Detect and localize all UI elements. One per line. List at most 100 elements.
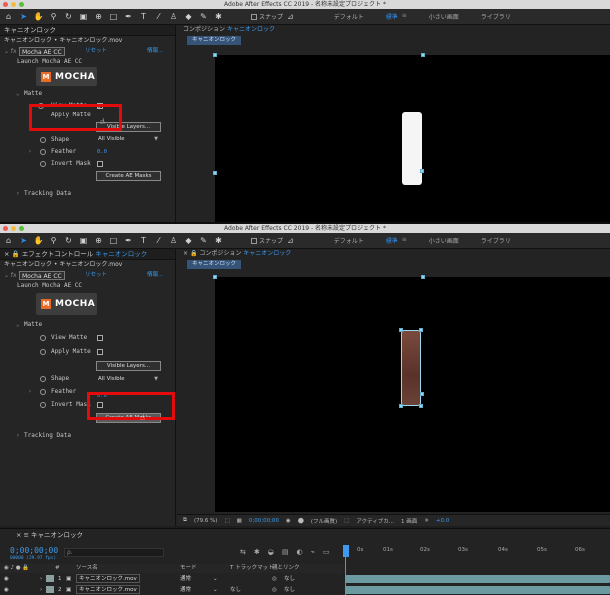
brainstorm-icon[interactable]: ▭ [323, 548, 330, 556]
pen-tool-icon[interactable]: ✒ [122, 234, 135, 247]
parent-dropdown[interactable]: なし [284, 585, 295, 595]
matte-twirl-icon[interactable]: ⌄ [16, 88, 20, 100]
show-channel-icon[interactable]: ⬤ [298, 518, 304, 524]
target-region-icon[interactable]: ⬚ [344, 518, 349, 524]
snap-options-icon[interactable]: ⊿ [287, 12, 294, 21]
workspace-standard[interactable]: 標準 [386, 236, 398, 245]
motion-blur-icon[interactable]: ◐ [296, 548, 302, 556]
feather-twirl-icon[interactable]: › [28, 386, 32, 398]
clone-stamp-tool-icon[interactable]: ♙ [167, 234, 180, 247]
brush-tool-icon[interactable]: ⁄ [152, 10, 165, 23]
pickwhip-icon[interactable]: ◎ [272, 585, 277, 595]
snap-toggle[interactable]: スナップ ⊿ [251, 236, 294, 245]
anchor-point-icon[interactable] [420, 169, 424, 173]
column-track-matte[interactable]: T トラックマット [230, 564, 274, 573]
snap-options-icon[interactable]: ⊿ [287, 236, 294, 245]
workspace-menu-icon[interactable]: ≡ [402, 236, 407, 245]
layer-handle[interactable] [419, 404, 423, 408]
workspace-libraries[interactable]: ライブラリ [481, 236, 511, 245]
camera-dropdown[interactable]: アクティブカ... [356, 517, 394, 525]
tracking-data-twirl-icon[interactable]: › [16, 430, 20, 442]
fx-toggle-icon[interactable]: ⌄ fx [4, 46, 17, 57]
frame-blending-icon[interactable]: ▤ [282, 548, 289, 556]
close-icon[interactable]: × ≡ [16, 531, 29, 539]
layer-duration-bar[interactable] [345, 575, 610, 583]
mocha-launch-button[interactable]: M MOCHA [36, 293, 97, 315]
label-color[interactable] [46, 575, 54, 582]
stopwatch-icon[interactable] [40, 376, 46, 382]
feather-twirl-icon[interactable]: › [28, 146, 32, 158]
type-tool-icon[interactable]: T [137, 234, 150, 247]
stopwatch-icon[interactable] [40, 161, 46, 167]
exposure-value[interactable]: +0.0 [436, 518, 449, 524]
hand-tool-icon[interactable]: ✋ [32, 10, 45, 23]
layer-handle[interactable] [213, 53, 217, 57]
effect-name[interactable]: Mocha AE CC [19, 271, 65, 280]
rectangle-tool-icon[interactable]: □ [107, 234, 120, 247]
pickwhip-icon[interactable]: ◎ [272, 574, 277, 584]
draft-3d-icon[interactable]: ✱ [254, 548, 260, 556]
stopwatch-icon[interactable] [40, 137, 46, 143]
layer-handle[interactable] [421, 53, 425, 57]
shape-dropdown[interactable]: All Visible ▼ [96, 375, 160, 384]
anchor-point-icon[interactable] [420, 392, 424, 396]
stopwatch-icon[interactable] [40, 389, 46, 395]
layer-mode-dropdown[interactable]: 通常 [180, 585, 191, 595]
layer-duration-bar[interactable] [345, 586, 610, 594]
layer-handle[interactable] [419, 328, 423, 332]
layer-row[interactable]: ◉ › 1 ▣ キャニオンロック.mov 通常 ⌄ ◎ なし [0, 574, 610, 584]
layer-search-input[interactable]: ρ. [64, 548, 164, 557]
composition-viewer[interactable] [215, 55, 610, 222]
clone-stamp-tool-icon[interactable]: ♙ [167, 10, 180, 23]
stopwatch-icon[interactable] [40, 349, 46, 355]
selection-tool-icon[interactable]: ➤ [17, 10, 30, 23]
create-ae-masks-button[interactable]: Create AE Masks [96, 171, 161, 181]
workspace-small-screen[interactable]: 小さい画面 [429, 12, 459, 21]
always-preview-icon[interactable]: ⧉ [183, 517, 187, 524]
snap-checkbox[interactable] [251, 237, 257, 244]
matte-twirl-icon[interactable]: ⌄ [16, 319, 20, 331]
workspace-default[interactable]: デフォルト [334, 12, 364, 21]
views-dropdown[interactable]: 1 画面 [401, 517, 417, 525]
layer-row[interactable]: ◉ › 2 ▣ キャニオンロック.mov 通常 ⌄ なし ◎ なし [0, 585, 610, 595]
layer-twirl-icon[interactable]: › [40, 585, 42, 595]
eraser-tool-icon[interactable]: ◆ [182, 234, 195, 247]
parent-dropdown[interactable]: なし [284, 574, 295, 584]
layer-handle[interactable] [213, 171, 217, 175]
eye-icon[interactable]: ◉ [4, 574, 9, 584]
apply-matte-checkbox[interactable] [97, 349, 103, 355]
matte-group-row[interactable]: ⌄ Matte [0, 319, 175, 331]
graph-editor-icon[interactable]: ⌁ [311, 548, 315, 556]
rotate-tool-icon[interactable]: ↻ [62, 234, 75, 247]
time-ruler[interactable]: 0s 01s 02s 03s 04s 05s 06s [343, 545, 610, 595]
stopwatch-icon[interactable] [40, 335, 46, 341]
selection-tool-icon[interactable]: ➤ [17, 234, 30, 247]
type-tool-icon[interactable]: T [137, 10, 150, 23]
workspace-default[interactable]: デフォルト [334, 236, 364, 245]
column-parent[interactable]: 親とリンク [272, 564, 300, 573]
eye-icon[interactable]: ◉ [4, 585, 9, 595]
mocha-launch-button[interactable]: M MOCHA [36, 67, 97, 86]
puppet-tool-icon[interactable]: ✱ [212, 10, 225, 23]
puppet-tool-icon[interactable]: ✱ [212, 234, 225, 247]
roto-brush-tool-icon[interactable]: ✎ [197, 10, 210, 23]
workspace-small-screen[interactable]: 小さい画面 [429, 236, 459, 245]
workspace-libraries[interactable]: ライブラリ [481, 12, 511, 21]
composition-tab[interactable]: × 🔒 コンポジション キャニオンロック [177, 249, 610, 259]
region-icon[interactable]: ⬚ [224, 518, 229, 524]
pan-behind-tool-icon[interactable]: ⊕ [92, 10, 105, 23]
playhead-icon[interactable] [343, 545, 349, 557]
layer-handle[interactable] [421, 275, 425, 279]
reset-link[interactable]: リセット [85, 270, 107, 281]
snap-checkbox[interactable] [251, 13, 257, 20]
about-link[interactable]: 情報... [147, 46, 163, 57]
camera-tool-icon[interactable]: ▣ [77, 10, 90, 23]
matte-group-row[interactable]: ⌄ Matte [0, 88, 175, 100]
tracking-data-twirl-icon[interactable]: › [16, 188, 20, 200]
stopwatch-icon[interactable] [40, 402, 46, 408]
workspace-standard[interactable]: 標準 [386, 12, 398, 21]
window-controls[interactable] [3, 2, 24, 7]
composition-viewer[interactable] [215, 277, 610, 512]
current-time[interactable]: 0;00;00;00 [249, 518, 279, 524]
zoom-tool-icon[interactable]: ⚲ [47, 10, 60, 23]
